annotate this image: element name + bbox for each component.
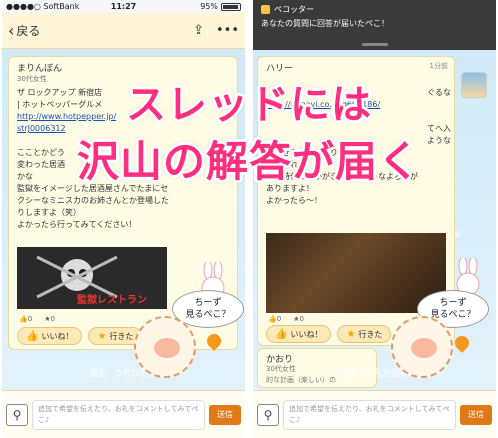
- thumb-icon: 👍: [268, 315, 277, 323]
- clock: 11:27: [110, 2, 137, 11]
- like-count: 👍0: [19, 315, 33, 323]
- nav-bar: ‹ 戻る ⇪ •••: [2, 13, 245, 49]
- right-phone-screen: ペコッター あなたの質問に回答が届いたペこ！ ❄ ❄ ハリー 1分前 ぐるな h…: [253, 0, 496, 438]
- answer-count-note: 現在、5名が回答: [89, 369, 158, 379]
- battery-icon: [221, 2, 241, 11]
- comment-field[interactable]: 追加で希望を伝えたり、お礼をコメントしてみてペこ♪: [283, 399, 456, 430]
- mascot-character: [391, 316, 453, 378]
- back-button[interactable]: ‹ 戻る: [8, 22, 40, 39]
- screenshot-stage: ●●●●○ SoftBank 11:27 95% ‹ 戻る ⇪ ••• ❄ ❄ …: [0, 0, 498, 438]
- thumb-icon: 👍: [26, 330, 39, 342]
- back-label: 戻る: [16, 24, 41, 38]
- answer-line: りしますよ（笑）: [17, 208, 81, 217]
- answer-line: クシーなミニスカのお姉さんとか登場した: [17, 196, 169, 205]
- comment-input-bar: ⚲ 追加で希望を伝えたり、お礼をコメントしてみてペこ♪ 送信: [253, 390, 496, 438]
- push-notification[interactable]: ペコッター あなたの質問に回答が届いたペこ！: [253, 0, 496, 50]
- answer-time: 1分前: [429, 62, 448, 70]
- overlay-caption-line1: スレッドには: [126, 82, 372, 128]
- left-phone-screen: ●●●●○ SoftBank 11:27 95% ‹ 戻る ⇪ ••• ❄ ❄ …: [2, 0, 245, 438]
- search-icon[interactable]: ⚲: [257, 403, 279, 426]
- star-icon: ★: [97, 330, 107, 342]
- nice-button[interactable]: 👍 いいね！: [266, 325, 332, 343]
- star-count: ★0: [44, 315, 55, 323]
- comment-field[interactable]: 追加で希望を伝えたり、お礼をコメントしてみてペこ♪: [32, 399, 205, 430]
- notification-app-name: ペコッター: [274, 5, 314, 14]
- reaction-counts: 👍0 ★0: [19, 315, 55, 323]
- map-pin-icon[interactable]: [452, 333, 472, 353]
- send-button[interactable]: 送信: [460, 404, 492, 425]
- want-to-go-button[interactable]: ★ 行きた: [337, 325, 392, 343]
- send-button[interactable]: 送信: [209, 404, 241, 425]
- want-to-go-label: 行きた: [109, 331, 134, 341]
- thumb-icon: 👍: [19, 315, 28, 323]
- reaction-counts: 👍0 ★0: [268, 315, 304, 323]
- share-icon[interactable]: ⇪: [193, 23, 204, 38]
- answer-line: よかったら〜！: [266, 196, 322, 205]
- answer-photo[interactable]: 監獄レストラン: [17, 247, 167, 309]
- comment-input-bar: ⚲ 追加で希望を伝えたり、お礼をコメントしてみてペこ♪ 送信: [2, 390, 245, 438]
- notification-message: あなたの質問に回答が届いたペこ！: [261, 19, 389, 28]
- mascot-character: [134, 316, 196, 378]
- status-bar: ●●●●○ SoftBank 11:27 95%: [2, 0, 245, 13]
- overlay-caption-line2: 沢山の解答が届く: [76, 137, 421, 186]
- back-chevron-icon: ‹: [8, 20, 15, 40]
- answer-line: よかったら行ってみてください！: [17, 220, 137, 229]
- nice-label: いいね！: [290, 329, 323, 339]
- more-icon[interactable]: •••: [216, 23, 239, 38]
- notification-handle[interactable]: [361, 43, 388, 46]
- app-icon: [261, 5, 270, 14]
- photo-caption: 監獄レストラン: [77, 295, 147, 306]
- nice-label: いいね！: [41, 331, 74, 341]
- thumb-icon: 👍: [275, 328, 288, 340]
- star-icon: ★: [346, 328, 356, 340]
- search-icon[interactable]: ⚲: [6, 403, 28, 426]
- nice-button[interactable]: 👍 いいね！: [17, 327, 83, 345]
- want-to-go-label: 行きた: [358, 329, 383, 339]
- answer-count-note: 現在、1名が回答: [340, 369, 409, 379]
